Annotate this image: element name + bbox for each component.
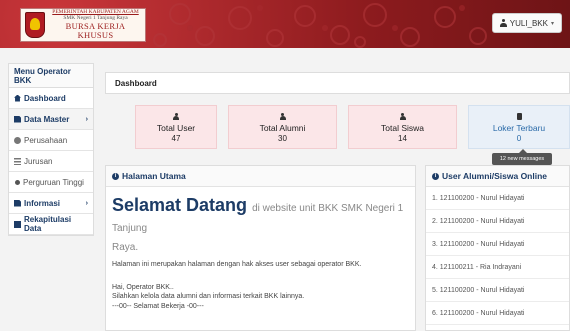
sidebar-item-label: Rekapitulasi Data	[24, 215, 72, 233]
list-item[interactable]: 3. 121100200 - Nurul Hidayati	[426, 233, 569, 256]
list-item[interactable]: 4. 121100211 - Ria Indrayani	[426, 256, 569, 279]
stat-card-loker-terbaru[interactable]: Loker Terbaru 0	[468, 105, 570, 149]
sidebar-item-label: Informasi	[24, 198, 61, 208]
sidebar-item-rekapitulasi-data[interactable]: Rekapitulasi Data	[9, 214, 93, 235]
sidebar: Menu Operator BKK Dashboard Data Master …	[8, 63, 94, 236]
user-icon	[279, 112, 286, 120]
stat-value: 47	[171, 134, 181, 143]
stat-card-total-user[interactable]: Total User 47	[135, 105, 217, 149]
online-panel-title: User Alumni/Siswa Online	[442, 171, 548, 181]
chevron-right-icon: ›	[85, 115, 88, 123]
stat-card-total-alumni[interactable]: Total Alumni 30	[228, 105, 337, 149]
user-icon	[173, 112, 179, 120]
user-menu-label: YULI_BKK	[509, 18, 548, 28]
sidebar-item-label: Jurusan	[24, 156, 53, 166]
stat-label: Total User	[156, 123, 196, 133]
caret-down-icon: ▾	[550, 20, 554, 27]
greeting-instruction: Silahkan kelola data alumni dan informas…	[112, 293, 305, 301]
stat-label: Total Alumni	[259, 123, 306, 133]
user-menu-button[interactable]: YULI_BKK ▾	[491, 13, 562, 33]
sidebar-item-perusahaan[interactable]: Perusahaan	[9, 130, 93, 151]
list-item[interactable]: 1. 121100200 - Nurul Hidayati	[426, 187, 569, 210]
info-icon: i	[112, 172, 119, 180]
list-icon	[14, 157, 21, 165]
regency-crest-icon	[25, 12, 45, 38]
globe-icon	[14, 136, 21, 144]
chevron-right-icon: ›	[85, 199, 88, 207]
sidebar-item-informasi[interactable]: Informasi ›	[9, 193, 93, 214]
logo-line-bkk: BURSA KERJA KHUSUS	[65, 20, 126, 40]
sidebar-item-label: Perusahaan	[24, 135, 68, 145]
sidebar-item-data-master[interactable]: Data Master ›	[9, 109, 93, 130]
welcome-panel: i Halaman Utama Selamat Datang di websit…	[105, 165, 416, 331]
header-banner: PEMERINTAH KABUPATEN AGAM SMK Negeri 1 T…	[0, 0, 570, 48]
welcome-heading: Selamat Datang	[112, 195, 248, 215]
stat-card-total-siswa[interactable]: Total Siswa 14	[348, 105, 457, 149]
sidebar-title: Menu Operator BKK	[9, 64, 93, 88]
list-item[interactable]: 6. 121100200 - Nurul Hidayati	[426, 302, 569, 325]
list-item[interactable]: 2. 121100200 - Nurul Hidayati	[426, 210, 569, 233]
table-icon	[14, 220, 21, 228]
user-icon	[399, 112, 406, 120]
main-content: Dashboard Total User 47 Total Alumni 30 …	[103, 64, 570, 331]
sidebar-item-jurusan[interactable]: Jurusan	[9, 151, 93, 172]
greeting-signoff: ---00-- Selamat Bekerja -00---	[112, 302, 204, 310]
greeting-line: Hai, Operator BKK..	[112, 283, 174, 291]
site-logo[interactable]: PEMERINTAH KABUPATEN AGAM SMK Negeri 1 T…	[20, 8, 146, 42]
mobile-icon	[516, 112, 522, 120]
messages-tooltip: 12 new messages	[492, 149, 552, 165]
welcome-description: Halaman ini merupakan halaman dengan hak…	[112, 260, 362, 268]
user-icon	[499, 19, 507, 27]
sidebar-item-label: Perguruan Tinggi	[23, 177, 84, 187]
stat-label: Loker Terbaru	[492, 123, 546, 133]
stat-value: 30	[278, 134, 287, 143]
document-icon	[14, 115, 21, 123]
stat-value: 14	[398, 134, 407, 143]
breadcrumb: Dashboard	[105, 72, 570, 94]
sidebar-item-label: Data Master	[24, 114, 70, 124]
info-icon: i	[432, 172, 439, 180]
welcome-heading-suffix-2: Raya.	[112, 241, 139, 253]
online-users-panel: i User Alumni/Siswa Online 1. 121100200 …	[425, 165, 570, 331]
document-icon	[14, 199, 21, 207]
home-icon	[14, 94, 21, 102]
stat-label: Total Siswa	[381, 123, 424, 133]
list-item[interactable]: 5. 121100200 - Nurul Hidayati	[426, 279, 569, 302]
sidebar-item-perguruan-tinggi[interactable]: Perguruan Tinggi	[9, 172, 93, 193]
stat-value: 0	[516, 134, 522, 143]
sidebar-item-label: Dashboard	[24, 93, 66, 103]
dot-icon	[15, 179, 20, 185]
welcome-panel-title: Halaman Utama	[122, 171, 186, 181]
stats-row: Total User 47 Total Alumni 30 Total Sisw…	[105, 105, 570, 149]
sidebar-item-dashboard[interactable]: Dashboard	[9, 88, 93, 109]
